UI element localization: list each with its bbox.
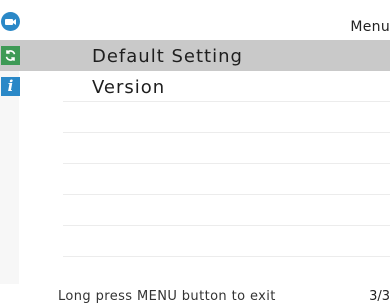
exit-hint: Long press MENU button to exit (58, 289, 276, 304)
info-icon: i (1, 77, 20, 96)
camera-icon (1, 12, 20, 31)
list-separator (63, 132, 390, 133)
list-separator (63, 163, 390, 164)
camera-icon-glyph (5, 18, 16, 25)
info-icon-glyph: i (7, 77, 14, 95)
menu-footer: Long press MENU button to exit 3/3 (0, 284, 390, 307)
refresh-icon (1, 46, 20, 65)
menu-header: Menu (0, 0, 390, 40)
page-title: Menu (350, 19, 390, 35)
menu-list: Default Setting i Version (0, 40, 390, 284)
menu-item-label: Version (92, 77, 166, 98)
page-indicator: 3/3 (369, 289, 390, 304)
list-separator (63, 256, 390, 257)
menu-item-version[interactable]: i Version (0, 71, 390, 102)
menu-item-label: Default Setting (92, 46, 243, 67)
menu-item-default-setting[interactable]: Default Setting (0, 40, 390, 71)
list-separator (63, 101, 390, 102)
list-separator (63, 225, 390, 226)
list-separator (63, 194, 390, 195)
menu-screen: Menu Default Setting i Version Long pres… (0, 0, 390, 307)
